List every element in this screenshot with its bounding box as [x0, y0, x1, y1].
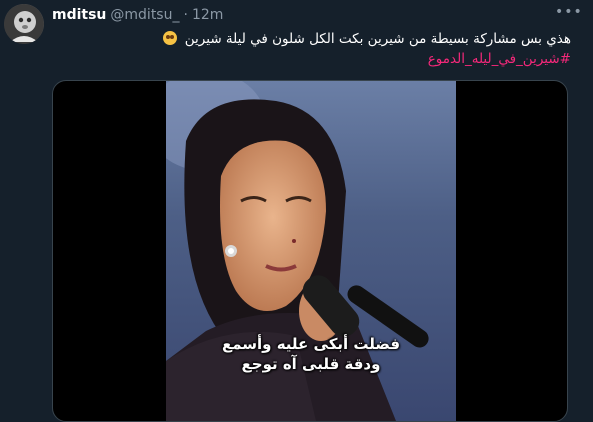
separator-dot: ·: [183, 7, 188, 23]
pleading-face-emoji-icon: [163, 31, 178, 45]
video-player[interactable]: فضلت أبكى عليه وأسمع ودقة قلبى آه توجع: [52, 80, 568, 422]
display-name[interactable]: mditsu: [52, 7, 106, 23]
user-handle[interactable]: @mditsu_: [110, 7, 179, 23]
timestamp[interactable]: 12m: [192, 7, 223, 23]
subtitle-line-2: ودقة قلبى آه توجع: [241, 355, 381, 373]
tweet[interactable]: mditsu @mditsu_ · 12m ••• هذي بس مشاركة …: [0, 0, 593, 422]
tweet-text: هذي بس مشاركة بسيطة من شيرين بكت الكل شل…: [163, 29, 571, 49]
hashtag-link[interactable]: #شيرين_في_ليله_الدموع: [428, 49, 571, 69]
tweet-text-content: هذي بس مشاركة بسيطة من شيرين بكت الكل شل…: [184, 31, 571, 47]
ellipsis-icon[interactable]: •••: [555, 5, 582, 19]
avatar[interactable]: [4, 4, 44, 44]
subtitle-line-1: فضلت أبكى عليه وأسمع: [221, 335, 401, 353]
tweet-header: mditsu @mditsu_ · 12m: [52, 7, 223, 23]
video-frame[interactable]: فضلت أبكى عليه وأسمع ودقة قلبى آه توجع: [166, 81, 456, 421]
